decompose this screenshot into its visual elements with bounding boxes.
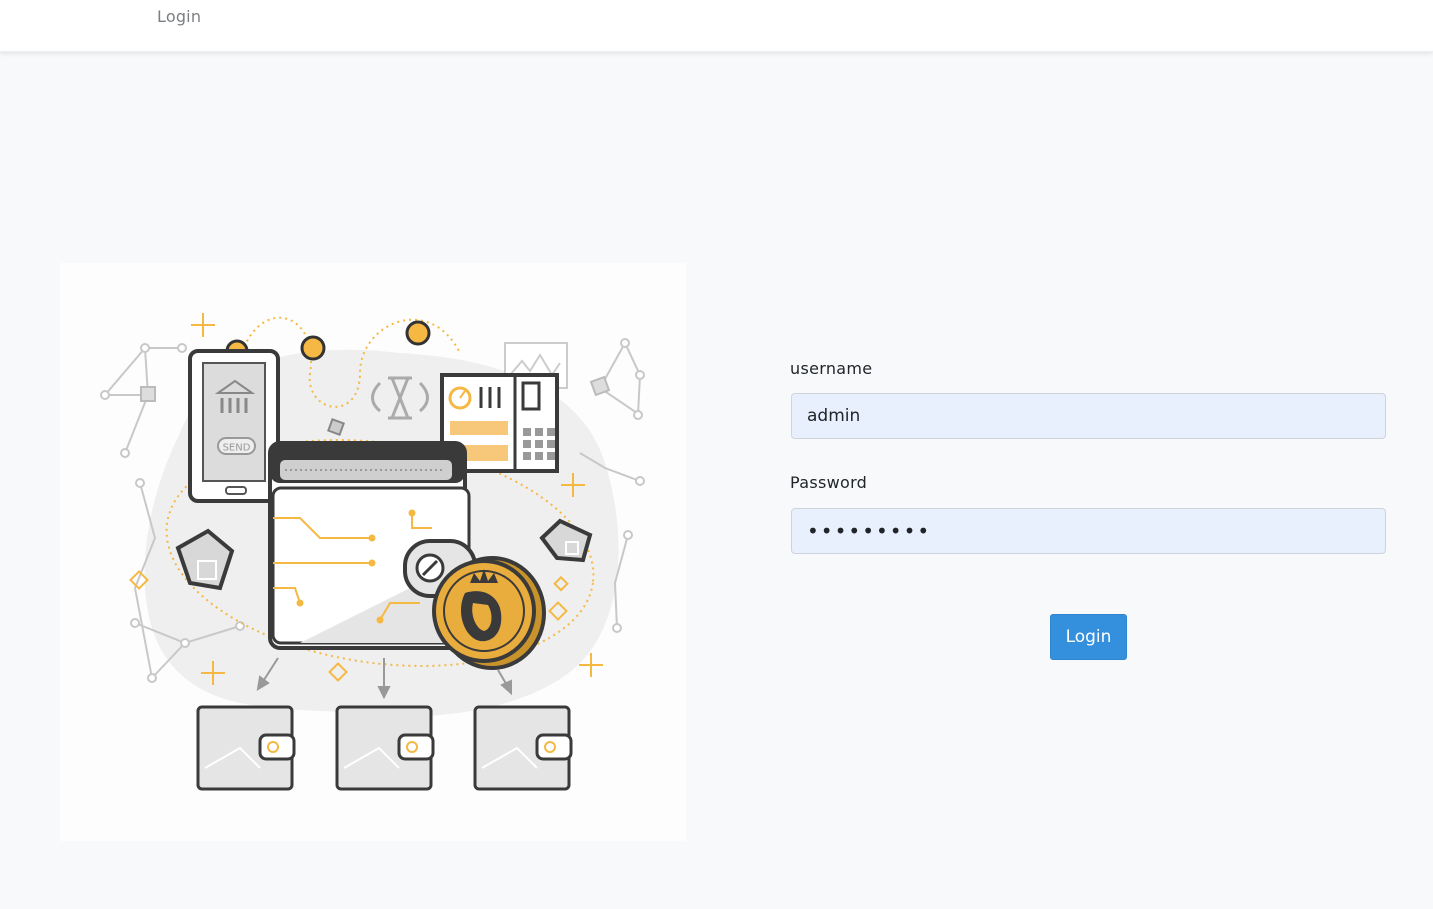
username-label: username <box>790 359 873 378</box>
password-input[interactable] <box>791 508 1386 554</box>
small-wallet-2-icon <box>335 705 435 791</box>
password-label: Password <box>790 473 868 492</box>
top-navbar: Login <box>0 0 1433 52</box>
small-wallet-1-icon <box>196 705 296 791</box>
phone-icon: SEND <box>188 349 280 503</box>
username-input[interactable] <box>791 393 1386 439</box>
nav-login-link[interactable]: Login <box>157 7 201 26</box>
crypto-wallet-illustration: SEND <box>60 263 686 841</box>
small-wallet-3-icon <box>473 705 573 791</box>
phone-send-label: SEND <box>223 443 251 454</box>
login-button[interactable]: Login <box>1050 614 1127 660</box>
